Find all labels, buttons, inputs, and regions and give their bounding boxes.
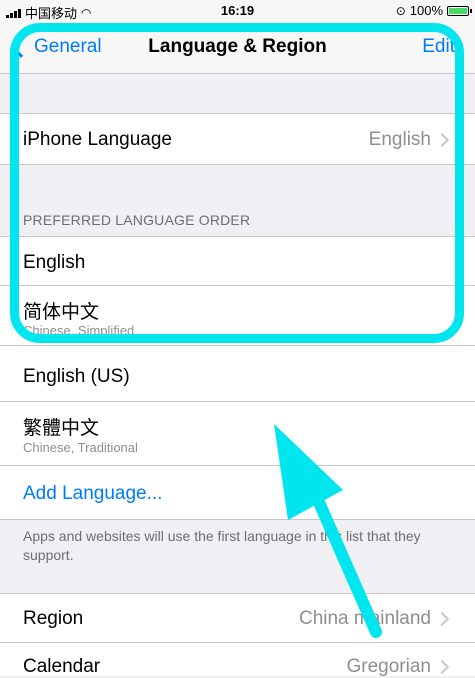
annotation-arrow-head [274, 424, 343, 520]
annotation-arrow-shaft [312, 494, 382, 638]
annotation-arrow [274, 424, 382, 638]
